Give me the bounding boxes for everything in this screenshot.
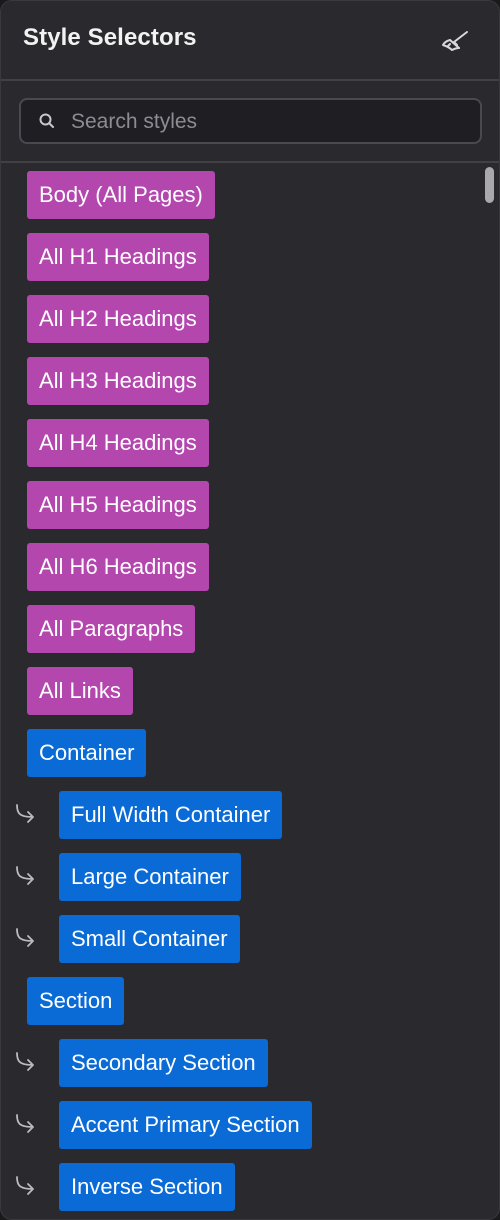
- selector-tag[interactable]: Section: [27, 977, 125, 1025]
- selector-row: All H1 Headings: [1, 233, 471, 281]
- child-selector-row: Inverse Section: [1, 1163, 471, 1211]
- child-arrow-icon: [16, 928, 34, 947]
- selector-row: All Links: [1, 667, 471, 715]
- selector-row: Section: [1, 977, 471, 1025]
- selector-tag[interactable]: All Links: [27, 667, 133, 715]
- search-row: [1, 81, 499, 163]
- search-icon: [39, 113, 54, 128]
- selector-tag[interactable]: All H6 Headings: [27, 543, 209, 591]
- selector-row: Body (All Pages): [1, 171, 471, 219]
- style-selectors-panel: Style Selectors Body (All Pages) All H1 H…: [0, 0, 500, 1220]
- selector-tag[interactable]: Large Container: [59, 853, 241, 901]
- selector-row: All H2 Headings: [1, 295, 471, 343]
- scrollbar-thumb[interactable]: [485, 167, 494, 203]
- selector-tag[interactable]: All H4 Headings: [27, 419, 209, 467]
- selector-row: All H5 Headings: [1, 481, 471, 529]
- selector-row: All H3 Headings: [1, 357, 471, 405]
- selector-row: All H4 Headings: [1, 419, 471, 467]
- child-selector-row: Secondary Section: [1, 1039, 471, 1087]
- child-arrow-icon: [16, 1114, 34, 1133]
- selector-tag[interactable]: All H1 Headings: [27, 233, 209, 281]
- child-selector-row: Full Width Container: [1, 791, 471, 839]
- paintbrush-icon: [442, 31, 468, 51]
- selector-tag[interactable]: All Paragraphs: [27, 605, 196, 653]
- search-input[interactable]: [69, 100, 473, 144]
- paintbrush-button[interactable]: [437, 23, 473, 59]
- child-arrow-icon: [16, 866, 34, 885]
- selector-tag[interactable]: All H2 Headings: [27, 295, 209, 343]
- child-arrow-icon: [16, 804, 34, 823]
- child-arrow-icon: [16, 1176, 34, 1195]
- selector-list: Body (All Pages) All H1 Headings All H2 He…: [1, 163, 499, 1219]
- selector-tag[interactable]: Secondary Section: [59, 1039, 268, 1087]
- panel-title: Style Selectors: [23, 24, 197, 51]
- selector-tag[interactable]: All H5 Headings: [27, 481, 209, 529]
- panel-header: Style Selectors: [1, 1, 499, 81]
- selector-tag[interactable]: Small Container: [59, 915, 240, 963]
- selector-row: Container: [1, 729, 471, 777]
- selector-tag[interactable]: Inverse Section: [59, 1163, 235, 1211]
- selector-tag[interactable]: Accent Primary Section: [59, 1101, 312, 1149]
- child-arrow-icon: [16, 1052, 34, 1071]
- search-field[interactable]: [19, 98, 482, 144]
- selector-tag[interactable]: Body (All Pages): [27, 171, 215, 219]
- child-selector-row: Small Container: [1, 915, 471, 963]
- selector-tag[interactable]: Full Width Container: [59, 791, 283, 839]
- child-selector-row: Large Container: [1, 853, 471, 901]
- selector-tag[interactable]: Container: [27, 729, 147, 777]
- selector-tag[interactable]: All H3 Headings: [27, 357, 209, 405]
- child-selector-row: Accent Primary Section: [1, 1101, 471, 1149]
- selector-row: All H6 Headings: [1, 543, 471, 591]
- selector-row: All Paragraphs: [1, 605, 471, 653]
